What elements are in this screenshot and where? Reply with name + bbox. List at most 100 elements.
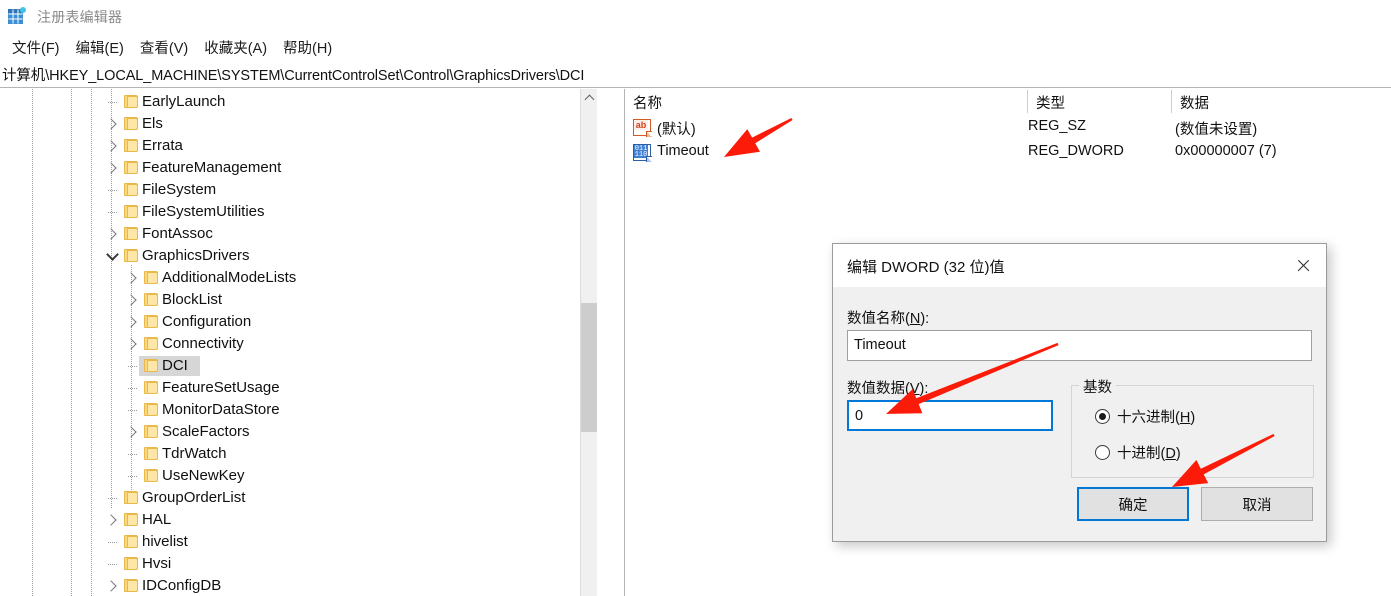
tree-item-monitordatastore[interactable]: MonitorDataStore	[0, 399, 597, 421]
scroll-up-button[interactable]	[581, 89, 597, 106]
chevron-right-icon[interactable]	[124, 421, 140, 443]
ok-button[interactable]: 确定	[1077, 487, 1189, 521]
tree-item-label: Els	[142, 115, 163, 132]
tree-item-featuresetusage[interactable]: FeatureSetUsage	[0, 377, 597, 399]
radio-hex-text: 十六进制(	[1117, 410, 1180, 426]
chevron-right-icon[interactable]	[124, 289, 140, 311]
tree-item-dci[interactable]: DCI	[0, 355, 597, 377]
chevron-right-icon[interactable]	[104, 113, 120, 135]
tree-item-hal[interactable]: HAL	[0, 509, 597, 531]
values-column-header: 名称 类型 数据	[625, 89, 1391, 115]
value-name-label-pre: 数值名称(	[847, 311, 910, 327]
tree-item-filesystem[interactable]: FileSystem	[0, 179, 597, 201]
menu-view[interactable]: 查看(V)	[132, 35, 196, 60]
close-icon[interactable]	[1280, 244, 1326, 286]
value-type: REG_SZ	[1028, 118, 1087, 134]
registry-tree-pane[interactable]: EarlyLaunch Els Errata FeatureManagement Fil…	[0, 89, 597, 596]
value-name-input[interactable]: Timeout	[847, 330, 1312, 361]
chevron-right-icon[interactable]	[104, 509, 120, 531]
chevron-right-icon[interactable]	[104, 135, 120, 157]
tree-connector-line	[108, 212, 117, 213]
dialog-titlebar: 编辑 DWORD (32 位)值	[833, 244, 1326, 287]
pane-splitter[interactable]	[597, 89, 625, 596]
tree-item-hvsi[interactable]: Hvsi	[0, 553, 597, 575]
cancel-button[interactable]: 取消	[1201, 487, 1313, 521]
column-header-data[interactable]: 数据	[1180, 92, 1209, 113]
radio-hexadecimal[interactable]: 十六进制(H)	[1095, 406, 1195, 427]
column-separator[interactable]	[1171, 90, 1172, 113]
value-name-label-post: ):	[920, 311, 930, 327]
tree-item-label: MonitorDataStore	[162, 401, 280, 418]
radio-decimal-indicator[interactable]	[1095, 445, 1110, 460]
radio-decimal-label: 十进制(D)	[1117, 442, 1181, 463]
chevron-right-icon[interactable]	[124, 311, 140, 333]
address-bar[interactable]: 计算机\HKEY_LOCAL_MACHINE\SYSTEM\CurrentCon…	[0, 62, 1391, 88]
tree-item-errata[interactable]: Errata	[0, 135, 597, 157]
column-header-type[interactable]: 类型	[1036, 92, 1065, 113]
chevron-right-icon[interactable]	[104, 157, 120, 179]
radio-hex-text-post: )	[1190, 410, 1196, 426]
tree-item-label: Hvsi	[142, 555, 172, 572]
tree-item-fontassoc[interactable]: FontAssoc	[0, 223, 597, 245]
chevron-right-icon[interactable]	[124, 333, 140, 355]
tree-item-grouporderlist[interactable]: GroupOrderList	[0, 487, 597, 509]
string-value-icon: ab	[633, 119, 652, 137]
menu-edit[interactable]: 编辑(E)	[68, 35, 132, 60]
folder-icon	[124, 579, 138, 592]
tree-item-idconfigdb[interactable]: IDConfigDB	[0, 575, 597, 596]
value-data-input[interactable]: 0	[847, 400, 1053, 431]
folder-icon	[124, 513, 138, 526]
tree-item-scalefactors[interactable]: ScaleFactors	[0, 421, 597, 443]
tree-connector-line	[108, 190, 117, 191]
tree-vertical-scrollbar[interactable]	[580, 89, 597, 596]
tree-item-configuration[interactable]: Configuration	[0, 311, 597, 333]
edit-dword-dialog[interactable]: 编辑 DWORD (32 位)值 数值名称(N): Timeout 数值数据(V…	[832, 243, 1327, 542]
radio-hex-accesskey: H	[1179, 410, 1191, 426]
radio-hexadecimal-indicator[interactable]	[1095, 409, 1110, 424]
tree-item-hivelist[interactable]: hivelist	[0, 531, 597, 553]
value-data: (数值未设置)	[1175, 122, 1258, 138]
tree-item-label: FileSystemUtilities	[142, 203, 265, 220]
radio-decimal[interactable]: 十进制(D)	[1095, 442, 1181, 463]
value-data-label-post: ):	[919, 381, 929, 397]
table-row[interactable]: ab (默认) REG_SZ (数值未设置)	[625, 116, 1391, 142]
menu-file[interactable]: 文件(F)	[4, 35, 68, 60]
chevron-right-icon[interactable]	[104, 223, 120, 245]
tree-item-label: IDConfigDB	[142, 577, 222, 594]
value-name-label: 数值名称(N):	[847, 307, 929, 328]
tree-item-label: AdditionalModeLists	[162, 269, 297, 286]
tree-item-filesystemutilities[interactable]: FileSystemUtilities	[0, 201, 597, 223]
value-data: 0x00000007 (7)	[1175, 143, 1277, 159]
folder-icon	[124, 117, 138, 130]
value-name: Timeout	[657, 143, 709, 159]
tree-item-graphicsdrivers[interactable]: GraphicsDrivers	[0, 245, 597, 267]
tree-item-els[interactable]: Els	[0, 113, 597, 135]
tree-item-blocklist[interactable]: BlockList	[0, 289, 597, 311]
tree-item-featuremanagement[interactable]: FeatureManagement	[0, 157, 597, 179]
folder-icon	[124, 183, 138, 196]
menu-help[interactable]: 帮助(H)	[275, 35, 340, 60]
registry-editor-window: 注册表编辑器 文件(F) 编辑(E) 查看(V) 收藏夹(A) 帮助(H) 计算…	[0, 0, 1391, 596]
folder-icon	[124, 227, 138, 240]
tree-item-label: GraphicsDrivers	[142, 247, 250, 264]
chevron-right-icon[interactable]	[124, 267, 140, 289]
tree-item-connectivity[interactable]: Connectivity	[0, 333, 597, 355]
value-data-label-pre: 数值数据(	[847, 381, 910, 397]
column-header-name[interactable]: 名称	[633, 92, 662, 113]
folder-icon	[124, 557, 138, 570]
registry-path: 计算机\HKEY_LOCAL_MACHINE\SYSTEM\CurrentCon…	[2, 68, 585, 84]
chevron-down-icon[interactable]	[104, 245, 120, 267]
radio-hexadecimal-label: 十六进制(H)	[1117, 406, 1195, 427]
tree-item-earlylaunch[interactable]: EarlyLaunch	[0, 91, 597, 113]
dialog-title: 编辑 DWORD (32 位)值	[847, 259, 1005, 276]
menu-favorites[interactable]: 收藏夹(A)	[196, 35, 275, 60]
chevron-right-icon[interactable]	[104, 575, 120, 596]
column-separator[interactable]	[1027, 90, 1028, 113]
tree-item-label: FontAssoc	[142, 225, 213, 242]
base-groupbox-title: 基数	[1079, 376, 1116, 397]
scrollbar-thumb[interactable]	[581, 303, 597, 432]
tree-item-additionalmodelists[interactable]: AdditionalModeLists	[0, 267, 597, 289]
tree-item-tdrwatch[interactable]: TdrWatch	[0, 443, 597, 465]
table-row[interactable]: 011 110 Timeout REG_DWORD 0x00000007 (7)	[625, 141, 1391, 167]
tree-item-usenewkey[interactable]: UseNewKey	[0, 465, 597, 487]
